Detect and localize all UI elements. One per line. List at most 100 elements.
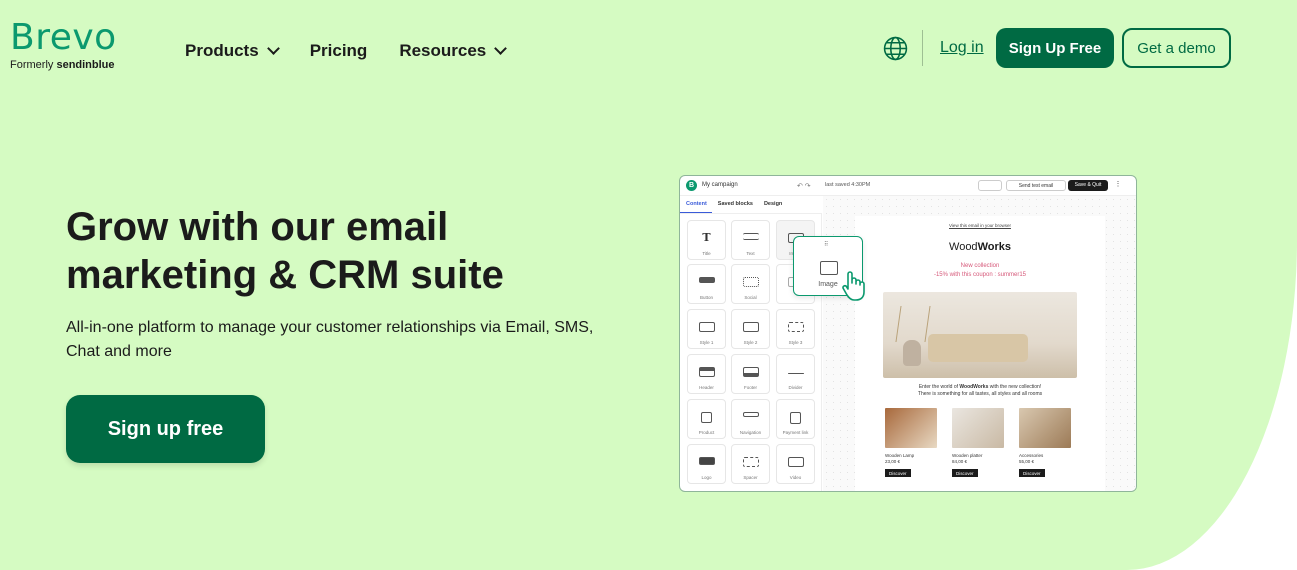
pointer-hand-icon	[842, 271, 865, 301]
email-intro-brand: WoodWorks	[959, 384, 989, 390]
video-icon	[787, 457, 804, 467]
block-product: Product	[687, 399, 726, 439]
product-discover-button: Discover	[952, 469, 978, 477]
product-image	[952, 408, 1004, 448]
email-intro-pre: Enter the world of	[918, 384, 958, 390]
email-intro-line2: There is something for all tastes, all s…	[917, 391, 1043, 397]
block-label: Text	[746, 251, 755, 256]
brevo-logo[interactable]: Brevo Formerly sendinblue	[10, 17, 117, 72]
email-view-in-browser: View this email in your browser	[949, 223, 1011, 228]
login-link[interactable]: Log in	[940, 39, 984, 57]
button-icon	[698, 277, 715, 283]
block-label: Navigation	[739, 430, 762, 435]
block-label: Button	[699, 295, 713, 300]
divider-icon	[787, 373, 804, 374]
undo-redo-icon: ↶ ↷	[797, 183, 811, 190]
mockup-save-quit: Save & Quit	[1068, 180, 1108, 191]
get-demo-button[interactable]: Get a demo	[1122, 28, 1231, 68]
mockup-tab-design: Design	[763, 201, 783, 207]
drag-handle-icon: ⠿	[824, 242, 830, 248]
product-price: 84,00 €	[952, 459, 968, 464]
chevron-down-icon	[494, 42, 508, 55]
mockup-tabs: Content Saved blocks Design	[680, 196, 822, 214]
header-icon	[698, 367, 715, 377]
block-label: Style 3	[788, 340, 803, 345]
email-product: Wooden platter 84,00 € Discover	[952, 408, 1008, 477]
block-label: Header	[699, 385, 714, 390]
email-intro: Enter the world of WoodWorks with the ne…	[855, 384, 1105, 398]
product-discover-button: Discover	[885, 469, 911, 477]
globe-icon[interactable]	[883, 36, 908, 61]
block-text: Text	[731, 220, 770, 260]
more-options-icon: ⋮	[1114, 181, 1122, 188]
block-footer: Footer	[731, 354, 770, 394]
block-header: Header	[687, 354, 726, 394]
email-brand-light: Wood	[949, 241, 978, 253]
product-image	[1019, 408, 1071, 448]
layout-icon	[742, 322, 759, 332]
layout-icon	[698, 322, 715, 332]
nav-pricing-label: Pricing	[309, 41, 368, 60]
block-logo: Logo	[687, 444, 726, 484]
email-product: Wooden Lamp 23,00 € Discover	[885, 408, 941, 477]
block-label: Payment link	[782, 430, 809, 435]
email-new-collection: New collection	[960, 263, 1000, 269]
block-label: Product	[698, 430, 715, 435]
nav-resources[interactable]: Resources	[399, 41, 508, 61]
logo-wordmark: Brevo	[10, 17, 117, 58]
logo-icon	[698, 457, 715, 465]
block-button: Button	[687, 264, 726, 304]
image-icon	[820, 261, 838, 275]
hero-signup-button[interactable]: Sign up free	[66, 395, 265, 463]
sofa-decoration	[928, 334, 1028, 362]
payment-icon	[790, 412, 801, 424]
text-icon	[742, 233, 759, 240]
mockup-topbar: B My campaign ↶ ↷ last saved 4:30PM Send…	[680, 176, 1136, 196]
block-video: Video	[776, 444, 815, 484]
navigation-icon	[742, 412, 759, 417]
nav-resources-label: Resources	[399, 41, 487, 60]
block-spacer: Spacer	[731, 444, 770, 484]
email-coupon: -15% with this coupon : summer15	[933, 272, 1027, 278]
block-label: Divider	[788, 385, 803, 390]
email-hero-image	[883, 292, 1077, 378]
mockup-tab-saved-blocks: Saved blocks	[717, 201, 753, 207]
mockup-send-test: Send test email	[1006, 180, 1066, 191]
title-icon: T	[702, 231, 711, 244]
block-style-1: Style 1	[687, 309, 726, 349]
email-brand-bold: Works	[977, 241, 1011, 253]
email-preview: View this email in your browser WoodWork…	[855, 216, 1105, 491]
nav-products-label: Products	[185, 41, 259, 60]
main-nav: Products Pricing Resources	[185, 41, 537, 61]
footer-icon	[742, 367, 759, 377]
chevron-down-icon	[266, 42, 280, 55]
email-brand: WoodWorks	[855, 241, 1105, 253]
mockup-tab-content: Content	[680, 196, 712, 213]
block-label: Social	[744, 295, 757, 300]
signup-free-button[interactable]: Sign Up Free	[996, 28, 1114, 68]
hero-subtext: All-in-one platform to manage your custo…	[66, 319, 594, 360]
nav-pricing[interactable]: Pricing	[310, 41, 368, 61]
nav-products[interactable]: Products	[185, 41, 280, 61]
product-price: 55,00 €	[1019, 459, 1035, 464]
vase-decoration	[903, 340, 921, 366]
logo-formerly-brand: sendinblue	[56, 59, 115, 71]
block-label: Style 2	[743, 340, 758, 345]
block-label: Footer	[743, 385, 757, 390]
block-label: Title	[702, 251, 711, 256]
product-image	[885, 408, 937, 448]
product-price: 23,00 €	[885, 459, 901, 464]
plant-decoration	[895, 306, 931, 342]
block-payment-link: Payment link	[776, 399, 815, 439]
block-divider: Divider	[776, 354, 815, 394]
social-icon	[742, 277, 759, 287]
hero-section: Brevo Formerly sendinblue Products Prici…	[0, 0, 1297, 570]
hero-headline: Grow with our email marketing & CRM suit…	[66, 203, 626, 299]
logo-formerly: Formerly sendinblue	[10, 59, 117, 71]
block-title: T Title	[687, 220, 726, 260]
email-intro-post: with the new collection!	[989, 384, 1042, 390]
hero-headline-line1: Grow with our email	[66, 205, 449, 249]
spacer-icon	[742, 457, 759, 467]
product-discover-button: Discover	[1019, 469, 1045, 477]
email-product: Accessories 55,00 € Discover	[1019, 408, 1075, 477]
